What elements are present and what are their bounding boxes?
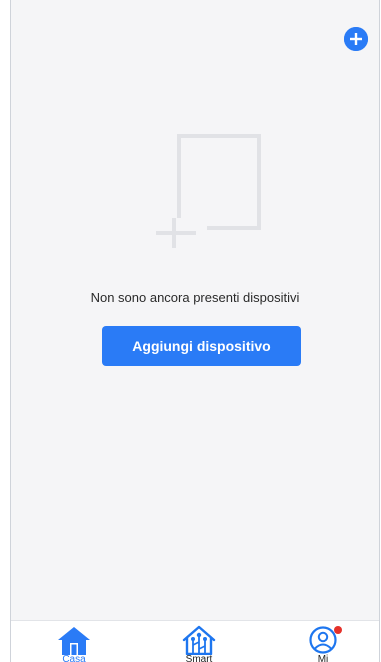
home-icon bbox=[58, 627, 90, 655]
bottom-tab-bar: Casa Smart Mi bbox=[11, 620, 379, 662]
add-placeholder-icon bbox=[156, 134, 261, 248]
empty-devices-illustration bbox=[144, 130, 264, 250]
app-screen: Non sono ancora presenti dispositivi Agg… bbox=[10, 0, 380, 662]
notification-badge bbox=[334, 626, 342, 634]
smart-home-icon bbox=[182, 625, 216, 655]
tab-mi[interactable]: Mi bbox=[278, 621, 368, 662]
tab-smart-label: Smart bbox=[185, 654, 213, 662]
tab-mi-label: Mi bbox=[317, 654, 329, 662]
tab-casa-label: Casa bbox=[62, 654, 86, 662]
add-device-button[interactable]: Aggiungi dispositivo bbox=[102, 326, 301, 366]
plus-circle-icon bbox=[344, 27, 368, 51]
empty-state-message: Non sono ancora presenti dispositivi bbox=[90, 290, 300, 305]
tab-smart[interactable]: Smart bbox=[154, 621, 244, 662]
add-device-icon[interactable] bbox=[344, 27, 368, 51]
tab-casa[interactable]: Casa bbox=[29, 621, 119, 662]
